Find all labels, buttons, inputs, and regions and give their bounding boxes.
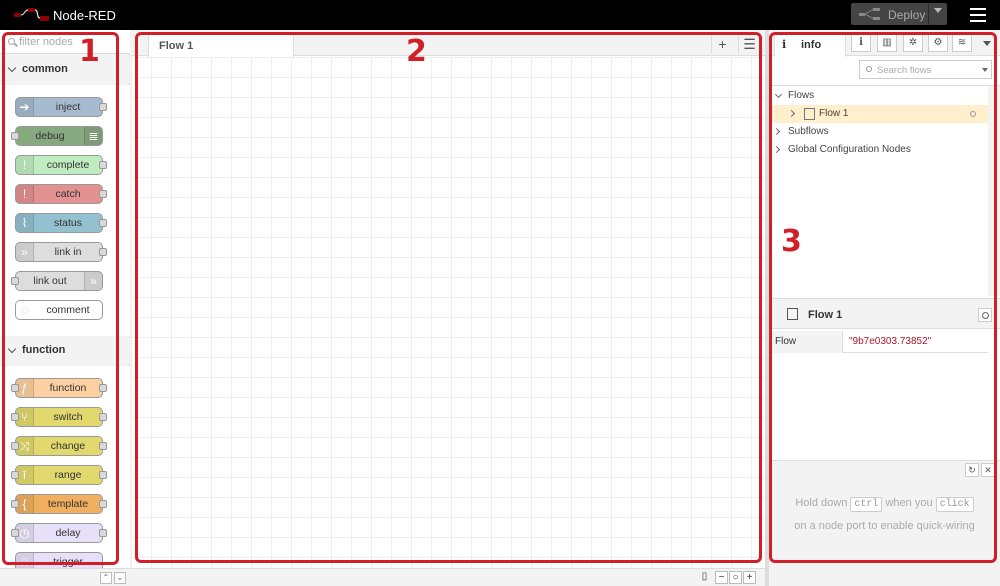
node-red-logo-icon: [14, 8, 49, 21]
palette-footer: ⌃ ⌄: [0, 568, 130, 586]
annotation-box-sidebar: [769, 32, 997, 563]
annotation-number-1: 1: [79, 34, 100, 69]
expand-all-icon[interactable]: ⌄: [114, 572, 126, 584]
collapse-all-icon[interactable]: ⌃: [100, 572, 112, 584]
chevron-down-icon[interactable]: [934, 8, 942, 13]
zoom-in-icon[interactable]: +: [743, 571, 756, 584]
deploy-icon: [859, 8, 880, 20]
annotation-number-2: 2: [406, 34, 427, 69]
map-icon[interactable]: ▯: [698, 571, 711, 584]
annotation-box-palette: [2, 32, 119, 565]
header-bar: Node-RED Deploy: [0, 0, 1000, 30]
deploy-label: Deploy: [888, 8, 926, 22]
zoom-out-icon[interactable]: −: [715, 571, 728, 584]
zoom-reset-icon[interactable]: ○: [729, 571, 742, 584]
app-title: Node-RED: [53, 8, 116, 23]
hamburger-menu-icon[interactable]: [970, 8, 986, 22]
workspace-footer: ▯ − ○ +: [131, 568, 765, 586]
annotation-box-workspace: [135, 32, 762, 563]
deploy-button[interactable]: Deploy: [851, 3, 947, 25]
annotation-number-3: 3: [781, 224, 802, 259]
deploy-separator: [928, 3, 929, 25]
